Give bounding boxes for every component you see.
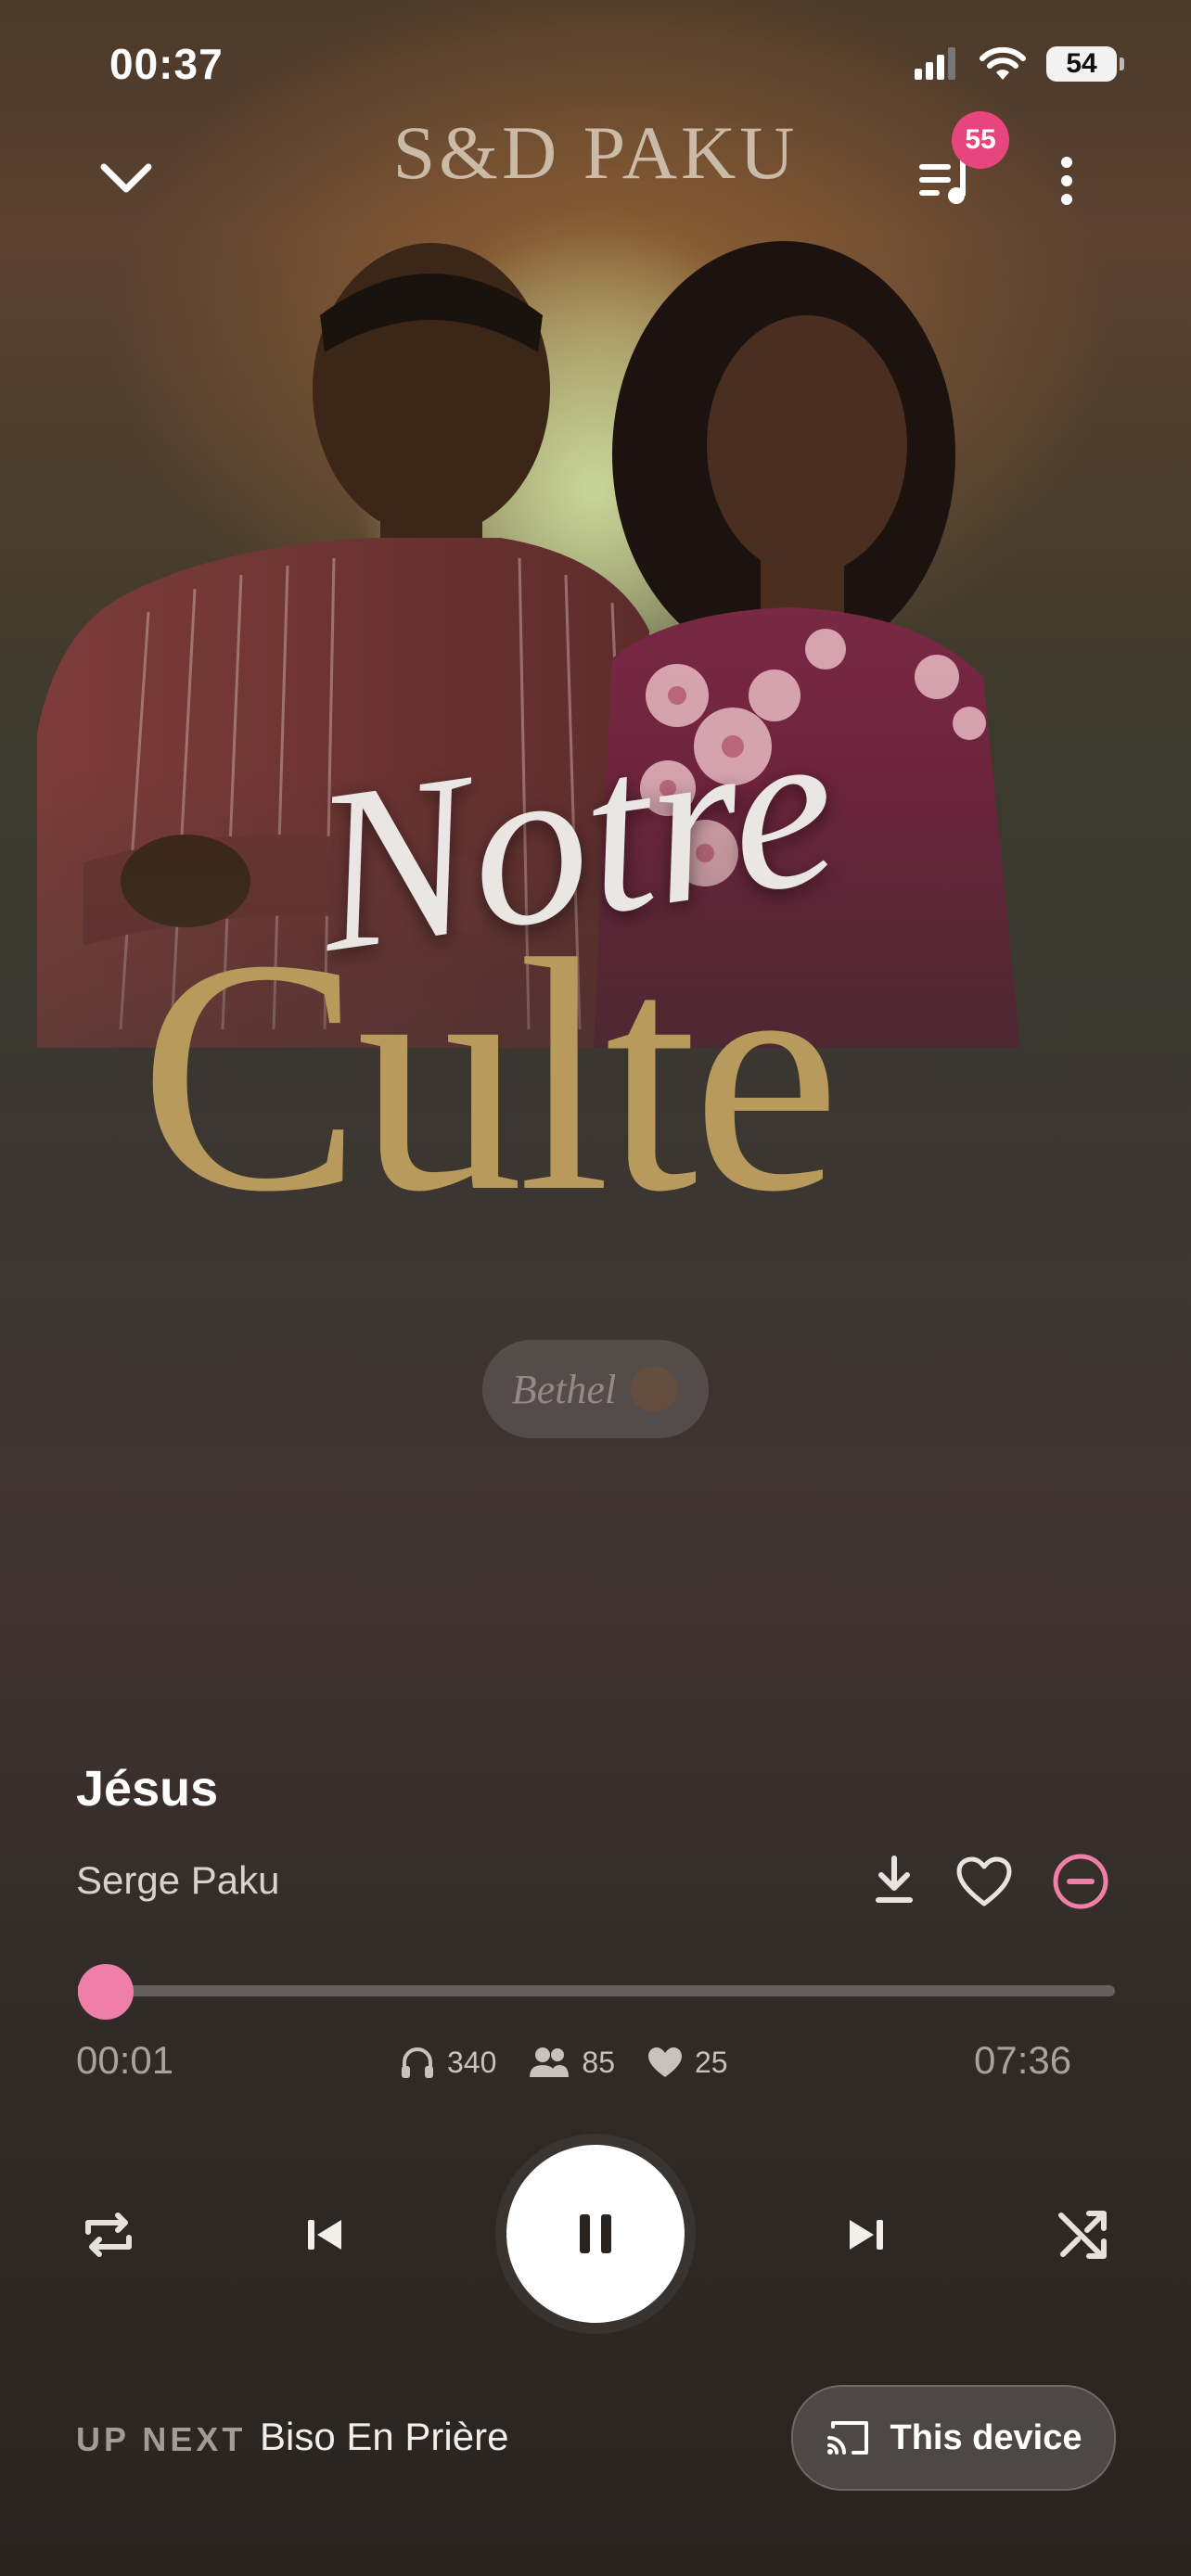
seek-bar[interactable] [78,1985,1115,1996]
track-artist[interactable]: Serge Paku [76,1858,279,1903]
elapsed-time: 00:01 [76,2038,174,2082]
output-device-button[interactable]: This device [791,2385,1116,2491]
record-label-text: Bethel [511,1366,617,1412]
seek-thumb[interactable] [78,1964,134,2020]
repeat-icon [85,2213,132,2257]
queue-count-badge: 55 [952,111,1009,169]
shuffle-button[interactable] [1050,2205,1115,2264]
like-button[interactable] [955,1855,1013,1912]
output-device-label: This device [890,2417,1082,2457]
repeat-button[interactable] [76,2205,141,2264]
album-title-serif: Culte [139,890,840,1260]
track-stats: 340 85 25 [399,2044,728,2081]
listens-stat: 340 [399,2044,496,2081]
up-next-label: UP NEXT [76,2420,247,2458]
listeners-stat: 85 [528,2044,615,2081]
heart-icon [956,1856,1012,1906]
remove-from-playlist-button[interactable] [1052,1853,1109,1915]
previous-track-button[interactable] [295,2205,354,2264]
next-track-button[interactable] [837,2205,896,2264]
total-duration: 07:36 [974,2038,1072,2082]
shuffle-icon [1058,2211,1107,2259]
pause-button[interactable] [506,2145,685,2323]
pause-icon [580,2214,611,2253]
listeners-count: 85 [582,2045,615,2079]
record-label-logo: Bethel [482,1340,709,1438]
track-title: Jésus [76,1761,219,1817]
likes-stat: 25 [647,2044,728,2081]
status-icons: 54 [915,46,1124,82]
more-options-button[interactable] [1039,148,1095,213]
skip-previous-icon [308,2220,341,2250]
cast-icon [826,2421,868,2455]
battery-level: 54 [1066,48,1097,79]
status-time: 00:37 [109,40,224,88]
up-next-track[interactable]: Biso En Prière [260,2415,508,2459]
artist-brand-logo: S&D PAKU [392,110,799,195]
skip-next-icon [850,2220,883,2250]
likes-count: 25 [694,2045,728,2079]
battery-indicator: 54 [1046,46,1124,82]
listens-count: 340 [447,2045,497,2079]
wifi-icon [980,46,1026,80]
people-icon [530,2047,570,2077]
label-emblem-icon [631,1366,678,1412]
more-vert-icon [1061,157,1072,205]
signal-icon [915,47,955,80]
remove-circle-icon [1053,1854,1108,1909]
download-icon [876,1855,913,1903]
headphones-icon [402,2047,433,2078]
heart-filled-icon [647,2047,682,2077]
track-actions [872,1853,1109,1915]
download-button[interactable] [872,1855,916,1913]
